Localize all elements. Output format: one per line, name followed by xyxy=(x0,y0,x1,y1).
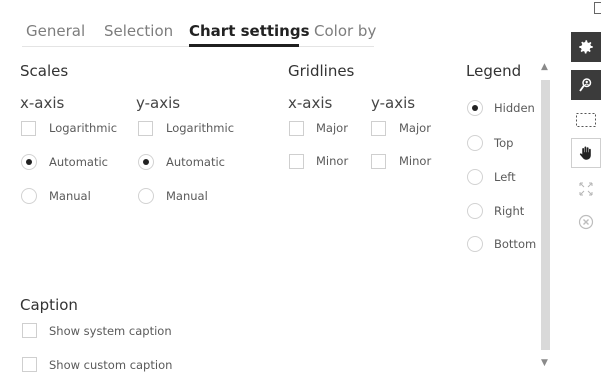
show-custom-caption-checkbox[interactable] xyxy=(22,357,37,372)
legend-title: Legend xyxy=(466,62,522,80)
panel-toggle-icon[interactable] xyxy=(594,2,601,14)
scales-x-axis-title: x-axis xyxy=(20,94,65,112)
hand-pan-icon xyxy=(579,146,591,160)
tab-color-by[interactable]: Color by xyxy=(314,22,376,40)
scroll-down-arrow-icon[interactable]: ▼ xyxy=(541,358,548,368)
x-logarithmic-checkbox[interactable] xyxy=(21,121,36,136)
x-automatic-label: Automatic xyxy=(49,155,108,169)
expand-button[interactable] xyxy=(571,174,601,204)
gridlines-y-axis-title: y-axis xyxy=(371,94,416,112)
tab-active-indicator xyxy=(189,44,299,47)
gridlines-title: Gridlines xyxy=(288,62,355,80)
show-custom-caption-label: Show custom caption xyxy=(49,358,173,372)
legend-left-label: Left xyxy=(494,170,516,184)
scales-y-axis-title: y-axis xyxy=(136,94,181,112)
legend-hidden-label: Hidden xyxy=(494,101,535,115)
y-major-label: Major xyxy=(399,121,431,135)
tab-chart-settings[interactable]: Chart settings xyxy=(189,22,310,40)
x-minor-label: Minor xyxy=(316,154,349,168)
marquee-select-icon xyxy=(576,113,596,127)
scales-title: Scales xyxy=(20,62,69,80)
gridlines-x-axis-title: x-axis xyxy=(288,94,333,112)
y-minor-gridline-checkbox[interactable] xyxy=(371,154,386,169)
y-automatic-radio[interactable] xyxy=(138,154,154,170)
marquee-select-button[interactable] xyxy=(571,105,601,135)
tab-general[interactable]: General xyxy=(26,22,85,40)
legend-top-label: Top xyxy=(494,136,514,150)
tab-selection[interactable]: Selection xyxy=(104,22,173,40)
caption-title: Caption xyxy=(20,296,78,314)
y-logarithmic-label: Logarithmic xyxy=(166,121,235,135)
legend-left-radio[interactable] xyxy=(467,169,483,185)
vertical-scrollbar[interactable] xyxy=(541,80,550,350)
close-button[interactable] xyxy=(571,207,601,237)
y-automatic-label: Automatic xyxy=(166,155,225,169)
x-logarithmic-label: Logarithmic xyxy=(49,121,118,135)
y-minor-label: Minor xyxy=(399,154,432,168)
scroll-up-arrow-icon[interactable]: ▲ xyxy=(541,62,548,72)
hand-pan-button[interactable] xyxy=(571,138,601,168)
search-person-icon xyxy=(579,78,592,92)
show-system-caption-label: Show system caption xyxy=(49,324,172,338)
x-major-label: Major xyxy=(316,121,348,135)
y-manual-radio[interactable] xyxy=(138,188,154,204)
legend-right-label: Right xyxy=(494,204,525,218)
x-minor-gridline-checkbox[interactable] xyxy=(289,154,304,169)
y-logarithmic-checkbox[interactable] xyxy=(138,121,153,136)
settings-gear-button[interactable] xyxy=(571,32,601,62)
x-manual-radio[interactable] xyxy=(21,188,37,204)
expand-icon xyxy=(579,182,593,196)
legend-hidden-radio[interactable] xyxy=(467,100,483,116)
settings-gear-icon xyxy=(579,40,593,54)
search-person-button[interactable] xyxy=(571,70,601,100)
x-major-gridline-checkbox[interactable] xyxy=(289,121,304,136)
legend-bottom-radio[interactable] xyxy=(467,236,483,252)
close-circle-icon xyxy=(578,214,594,230)
legend-bottom-label: Bottom xyxy=(494,237,537,251)
x-automatic-radio[interactable] xyxy=(21,154,37,170)
x-manual-label: Manual xyxy=(49,189,91,203)
y-manual-label: Manual xyxy=(166,189,208,203)
legend-top-radio[interactable] xyxy=(467,135,483,151)
legend-right-radio[interactable] xyxy=(467,203,483,219)
show-system-caption-checkbox[interactable] xyxy=(22,323,37,338)
y-major-gridline-checkbox[interactable] xyxy=(371,121,386,136)
